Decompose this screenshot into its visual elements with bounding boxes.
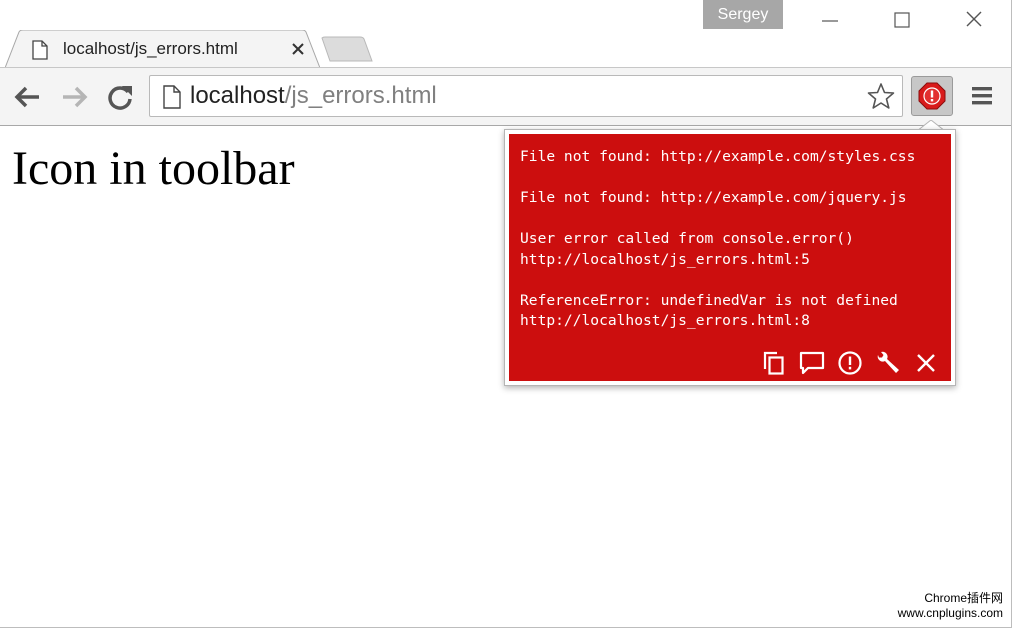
copy-button[interactable]: [761, 350, 787, 376]
hamburger-menu-icon: [972, 87, 992, 105]
wrench-icon: [877, 351, 899, 373]
popup-actions: [761, 348, 939, 378]
error-item[interactable]: ReferenceError: undefinedVar is not defi…: [520, 291, 915, 332]
reload-icon: [108, 86, 132, 110]
tab-active[interactable]: localhost/js_errors.html: [5, 30, 320, 68]
close-popup-button[interactable]: [913, 350, 939, 376]
page-heading: Icon in toolbar: [12, 142, 295, 195]
tab-close-icon[interactable]: [288, 39, 308, 59]
page-icon: [163, 85, 181, 109]
error-extension-button[interactable]: [911, 76, 953, 116]
watermark-line1: Chrome插件网: [924, 591, 1003, 605]
comment-icon: [799, 351, 825, 375]
copy-icon: [763, 351, 784, 375]
back-button[interactable]: [12, 81, 44, 113]
reload-button[interactable]: [104, 81, 136, 113]
url-text[interactable]: localhost/js_errors.html: [190, 82, 437, 110]
profile-button[interactable]: Sergey: [703, 0, 783, 29]
error-panel: File not found: http://example.com/style…: [509, 134, 951, 381]
forward-arrow-icon: [63, 86, 88, 108]
url-host: localhost: [190, 82, 285, 109]
url-path: /js_errors.html: [284, 82, 437, 109]
menu-button[interactable]: [970, 84, 994, 108]
tab-title: localhost/js_errors.html: [63, 39, 238, 58]
settings-button[interactable]: [875, 350, 901, 376]
watermark-line2: www.cnplugins.com: [897, 606, 1003, 620]
page-icon: [32, 40, 48, 60]
watermark: Chrome插件网 www.cnplugins.com: [898, 591, 1003, 621]
toolbar: localhost/js_errors.html: [0, 67, 1011, 126]
back-arrow-icon: [14, 86, 39, 108]
forward-button[interactable]: [58, 81, 90, 113]
star-icon[interactable]: [867, 82, 895, 110]
error-item[interactable]: File not found: http://example.com/style…: [520, 147, 915, 168]
error-list: File not found: http://example.com/style…: [520, 147, 915, 352]
alert-button[interactable]: [837, 350, 863, 376]
close-icon: [917, 354, 935, 372]
comment-button[interactable]: [799, 350, 825, 376]
new-tab-button[interactable]: [320, 36, 374, 62]
alert-icon: [838, 351, 862, 375]
address-bar[interactable]: localhost/js_errors.html: [149, 75, 903, 117]
tab-strip: localhost/js_errors.html: [0, 30, 1011, 68]
browser-window: Sergey localhost/js_errors.html localhos…: [0, 0, 1012, 628]
error-item[interactable]: User error called from console.error() h…: [520, 229, 915, 270]
error-popup: File not found: http://example.com/style…: [504, 129, 956, 386]
error-item[interactable]: File not found: http://example.com/jquer…: [520, 188, 915, 209]
error-alert-icon: [918, 82, 946, 110]
